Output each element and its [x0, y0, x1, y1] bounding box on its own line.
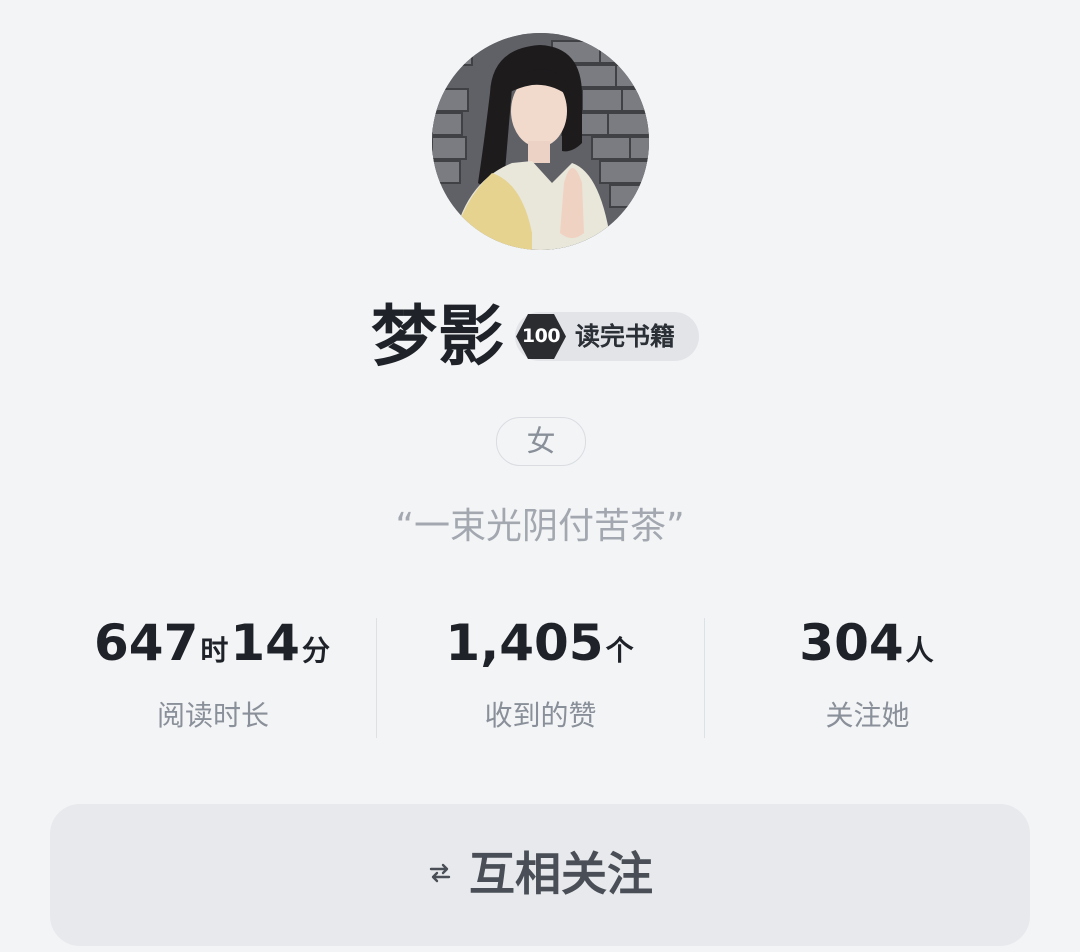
badge-count: 100 [521, 325, 561, 347]
likes-label: 收到的赞 [484, 699, 597, 732]
reading-minutes: 14 [230, 614, 300, 672]
reading-minutes-unit: 分 [301, 634, 330, 667]
mutual-follow-button[interactable]: 互相关注 [50, 804, 1030, 946]
badge-label: 读完书籍 [575, 322, 676, 351]
reading-time-value: 647时14分 [50, 612, 376, 674]
likes-value: 1,405个 [377, 612, 704, 674]
mutual-follow-label: 互相关注 [469, 846, 653, 901]
likes-unit: 个 [605, 634, 634, 667]
stat-followers[interactable]: 304人 关注她 [705, 612, 1030, 742]
stats-row: 647时14分 阅读时长 1,405个 收到的赞 304人 关注她 [50, 612, 1030, 742]
followers-label: 关注她 [825, 699, 910, 732]
stat-reading-time[interactable]: 647时14分 阅读时长 [50, 612, 376, 742]
stat-likes[interactable]: 1,405个 收到的赞 [377, 612, 704, 742]
gender-tag: 女 [496, 417, 586, 466]
profile-signature: “一束光阴付苦茶” [395, 506, 685, 547]
reading-hours-unit: 时 [200, 634, 229, 667]
followers-unit: 人 [905, 634, 934, 667]
reading-time-label: 阅读时长 [156, 699, 269, 732]
reading-hours: 647 [94, 614, 199, 672]
profile-name: 梦影 [371, 297, 505, 375]
likes-count: 1,405 [445, 614, 604, 672]
avatar[interactable] [432, 33, 649, 250]
followers-count: 304 [799, 614, 904, 672]
followers-value: 304人 [705, 612, 1030, 674]
avatar-image [432, 33, 649, 250]
swap-arrows-icon [427, 860, 453, 886]
books-read-badge[interactable]: 100 读完书籍 [515, 312, 699, 361]
